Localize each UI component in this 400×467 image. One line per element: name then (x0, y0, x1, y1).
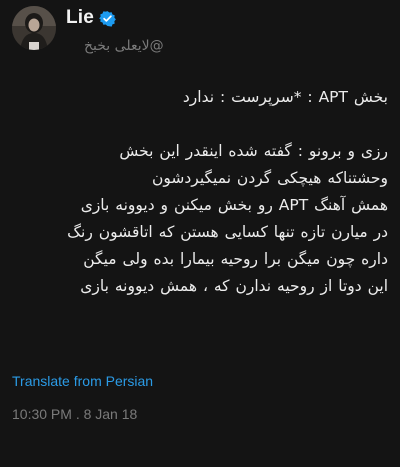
tweet-line-6: در میارن تازه تنها کسایی هستن که اتاقشون… (67, 223, 388, 241)
tweet-header: Lie @لایعلی بخبخ (0, 0, 400, 64)
display-name[interactable]: Lie (66, 7, 94, 29)
tweet-line-break (12, 111, 388, 138)
verified-badge-icon (99, 10, 116, 27)
name-row: Lie (66, 6, 116, 30)
tweet-text: بخش APT : *سرپرست : ندارد رزی و برونو : … (12, 84, 388, 300)
tweet-line-5: همش آهنگ APT رو بخش میکنن و دیوونه بازی (80, 196, 388, 214)
tweet-line-4: وحشتناکه هیچکی گردن نمیگیردشون (151, 169, 388, 187)
tweet-line-1: بخش APT : *سرپرست : ندارد (182, 88, 388, 106)
avatar-photo-icon (12, 6, 56, 50)
tweet-timestamp[interactable]: 10:30 PM . 8 Jan 18 (12, 406, 137, 422)
tweet-line-3: رزی و برونو : گفته شده اینقدر این بخش (119, 142, 388, 160)
avatar[interactable] (12, 6, 56, 50)
user-handle[interactable]: @لایعلی بخبخ (84, 38, 164, 54)
tweet-line-7: داره چون میگن برا روحیه بیمارا بده ولی م… (83, 250, 388, 268)
tweet-line-8: این دوتا از روحیه ندارن که ، همش دیوونه … (80, 277, 388, 295)
translate-link[interactable]: Translate from Persian (12, 373, 153, 389)
